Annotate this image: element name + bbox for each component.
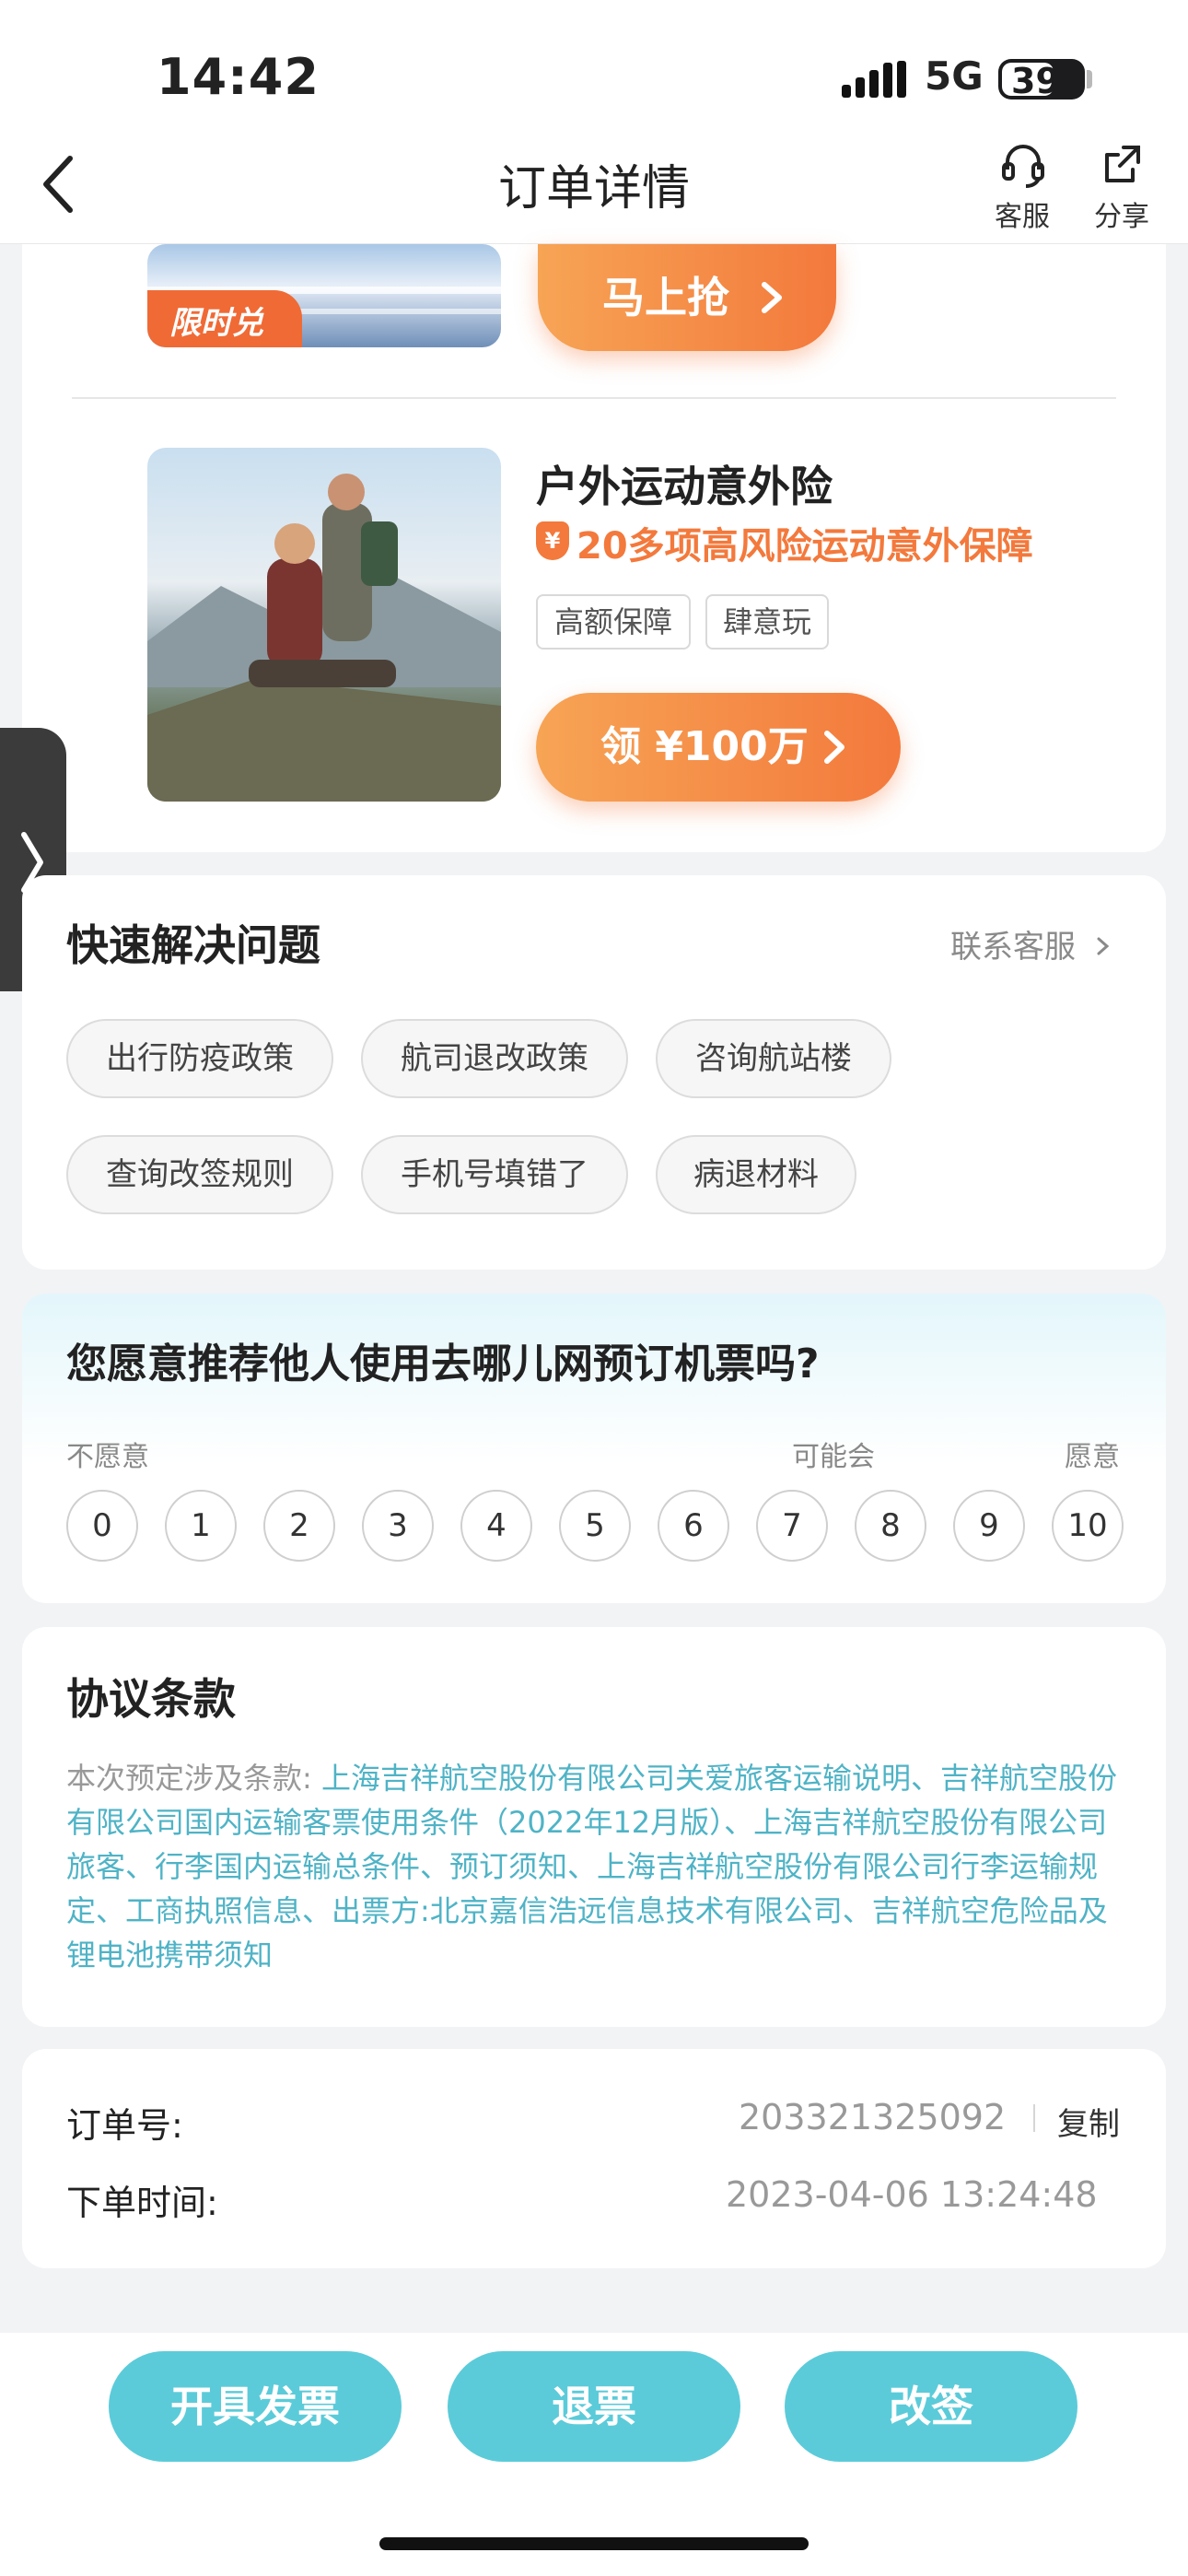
order-info-card [22,2049,1166,2268]
battery-level: 39 [1011,61,1060,101]
score-option[interactable]: 8 [855,1490,926,1562]
outdoor-insurance-image [147,448,501,802]
chevron-right-icon [1097,937,1110,955]
order-number-label: 订单号: [66,2105,183,2146]
battery-tip [1087,70,1092,88]
order-time: 2023-04-06 13:24:48 [726,2174,1098,2215]
battery-icon: 39 [998,59,1085,101]
share-icon [1105,146,1140,182]
order-number: 203321325092 [739,2097,1007,2137]
network-type: 5G [925,53,984,99]
score-option[interactable]: 5 [559,1490,631,1562]
survey-question: 您愿意推荐他人使用去哪儿网预订机票吗? [66,1341,820,1388]
share-button[interactable]: 分享 [1076,142,1168,234]
score-option[interactable]: 2 [263,1490,335,1562]
order-time-label: 下单时间: [66,2183,218,2223]
quick-help-chip[interactable]: 病退材料 [656,1135,856,1214]
share-label: 分享 [1094,201,1149,233]
headset-icon [1002,145,1044,188]
customer-service-button[interactable]: 客服 [976,142,1068,234]
insurance-tag: 肆意玩 [705,594,829,650]
contact-service-label: 联系客服 [950,929,1076,966]
claim-insurance-button[interactable]: 领 ¥100万 [536,693,901,802]
home-indicator [379,2537,809,2550]
chevron-right-icon [762,282,782,313]
score-option[interactable]: 6 [658,1490,729,1562]
status-time: 14:42 [157,48,320,106]
quick-help-chip[interactable]: 手机号填错了 [361,1135,628,1214]
quick-help-title: 快速解决问题 [66,920,320,970]
promo-train-image: 限时兑 [147,244,501,347]
score-option[interactable]: 7 [756,1490,828,1562]
score-option[interactable]: 0 [66,1490,138,1562]
score-option[interactable]: 10 [1052,1490,1124,1562]
chevron-right-icon [824,731,844,764]
signal-icon [842,61,906,98]
grab-now-button[interactable]: 马上抢 [538,244,836,351]
terms-text: 本次预定涉及条款: 上海吉祥航空股份有限公司关爱旅客运输说明、吉祥航空股份有限公… [66,1756,1125,1977]
score-option[interactable]: 1 [165,1490,237,1562]
invoice-button[interactable]: 开具发票 [109,2351,402,2462]
copy-order-button[interactable]: 复制 [1057,2099,1120,2144]
terms-prefix: 本次预定涉及条款: [66,1761,312,1796]
quick-help-chip[interactable]: 查询改签规则 [66,1135,333,1214]
insurance-tag: 高额保障 [536,594,691,650]
survey-label-low: 不愿意 [66,1441,149,1473]
grab-now-label: 马上抢 [602,273,729,322]
yen-shield-icon: ¥ [536,521,569,560]
service-label: 客服 [995,201,1050,233]
quick-help-chip[interactable]: 出行防疫政策 [66,1019,333,1098]
quick-help-chip[interactable]: 咨询航站楼 [656,1019,891,1098]
score-option[interactable]: 3 [362,1490,434,1562]
survey-label-mid: 可能会 [792,1441,875,1473]
insurance-subtitle: 20多项高风险运动意外保障 [577,525,1033,568]
divider [1033,2104,1035,2132]
change-ticket-button[interactable]: 改签 [785,2351,1077,2462]
claim-insurance-label: 领 ¥100万 [600,723,809,770]
refund-button[interactable]: 退票 [448,2351,740,2462]
survey-label-high: 愿意 [1065,1441,1120,1473]
divider [72,397,1116,399]
quick-help-chip[interactable]: 航司退改政策 [361,1019,628,1098]
insurance-title: 户外运动意外险 [536,462,833,511]
contact-service-link[interactable]: 联系客服 [950,921,1112,966]
score-option[interactable]: 9 [953,1490,1025,1562]
terms-title: 协议条款 [66,1674,236,1724]
score-option[interactable]: 4 [460,1490,532,1562]
promo-badge: 限时兑 [169,305,263,342]
